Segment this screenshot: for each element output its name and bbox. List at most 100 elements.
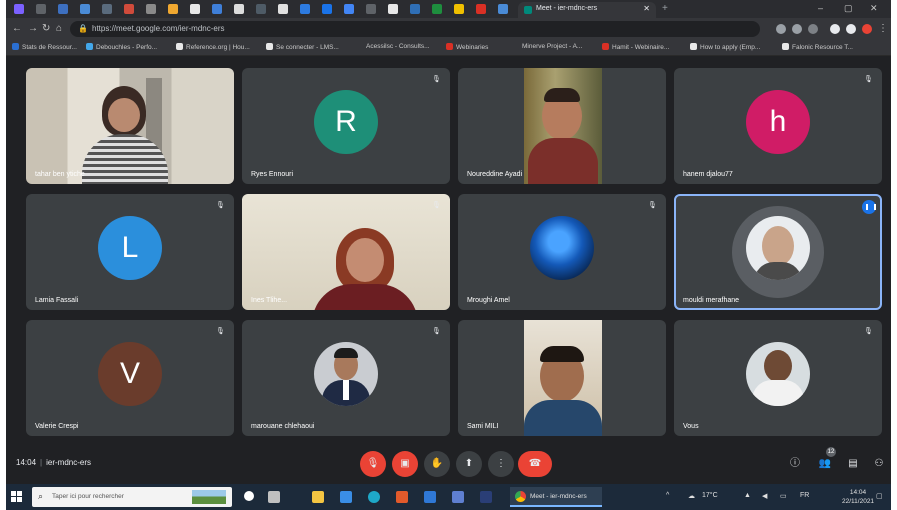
tab-icon[interactable] — [212, 4, 222, 14]
tab-icon[interactable] — [58, 4, 68, 14]
avatar — [746, 216, 810, 280]
bookmark-item[interactable]: Falonic Resource T... — [782, 43, 853, 51]
bookmark-label: Falonic Resource T... — [792, 44, 853, 51]
notification-icon[interactable]: ▢ — [876, 492, 883, 500]
participant-tile[interactable]: mouldi merafhane — [674, 194, 882, 310]
bookmark-item[interactable]: Webinaries — [446, 43, 488, 51]
tab-icon[interactable] — [344, 4, 354, 14]
profile-avatar[interactable] — [862, 24, 872, 34]
tab-icon[interactable] — [300, 4, 310, 14]
url-input[interactable]: 🔒 https://meet.google.com/ier-mdnc-ers — [70, 21, 760, 37]
tab-icon[interactable] — [234, 4, 244, 14]
maximize-window-button[interactable]: ▢ — [844, 3, 853, 14]
bookmark-item[interactable]: Se connecter - LMS... — [266, 43, 339, 51]
participant-name: mouldi merafhane — [683, 297, 740, 304]
home-icon[interactable]: ⌂ — [56, 23, 62, 34]
tab-icon[interactable] — [256, 4, 266, 14]
tab-icon[interactable] — [410, 4, 420, 14]
chrome-menu-icon[interactable]: ⋮ — [878, 23, 888, 34]
taskbar-clock[interactable]: 14:04 22/11/2021 — [842, 488, 874, 506]
tab-icon[interactable] — [366, 4, 376, 14]
forward-icon[interactable]: → — [28, 23, 38, 34]
people-icon[interactable]: 👥 — [818, 457, 832, 471]
taskbar-search-input[interactable]: ⌕ Taper ici pour rechercher — [32, 487, 232, 507]
reload-icon[interactable]: ↻ — [42, 23, 50, 34]
tab-icon[interactable] — [124, 4, 134, 14]
office-icon[interactable] — [396, 491, 408, 503]
bookmark-item[interactable]: Stats de Ressour... — [12, 43, 77, 51]
tab-icon[interactable] — [498, 4, 508, 14]
minimize-window-button[interactable]: – — [818, 3, 823, 13]
active-tab[interactable]: Meet - ier-mdnc-ers ✕ — [518, 2, 656, 18]
back-icon[interactable]: ← — [12, 23, 22, 34]
bookmark-item[interactable]: Debouchles - Perfo... — [86, 43, 157, 51]
app-icon[interactable] — [452, 491, 464, 503]
present-screen-button[interactable]: ⬆ — [456, 451, 482, 477]
tab-icon[interactable] — [14, 4, 24, 14]
tab-icon[interactable] — [322, 4, 332, 14]
new-tab-button[interactable]: + — [662, 3, 668, 14]
extension-icon[interactable] — [776, 24, 786, 34]
network-icon[interactable]: ▲ — [744, 492, 751, 499]
extension-icon[interactable] — [830, 24, 840, 34]
mic-toggle-button[interactable]: 🎙 — [360, 451, 386, 477]
star-icon[interactable] — [808, 24, 818, 34]
participant-tile[interactable]: Noureddine Ayadi — [458, 68, 666, 184]
bookmark-item[interactable]: Minerve Project - A... — [522, 43, 582, 50]
participant-name: Noureddine Ayadi — [467, 171, 523, 178]
raise-hand-button[interactable]: ✋ — [424, 451, 450, 477]
tab-icon[interactable] — [432, 4, 442, 14]
chat-icon[interactable]: ▤ — [846, 457, 860, 471]
tab-icon[interactable] — [278, 4, 288, 14]
bookmark-label: Webinaries — [456, 44, 489, 51]
bookmark-item[interactable]: How to apply (Emp... — [690, 43, 760, 51]
tab-icon[interactable] — [454, 4, 464, 14]
camera-toggle-button[interactable]: ▣ — [392, 451, 418, 477]
store-icon[interactable] — [340, 491, 352, 503]
taskbar-chrome-window[interactable]: Meet - ier-mdnc-ers — [510, 487, 602, 507]
more-options-button[interactable]: ⋮ — [488, 451, 514, 477]
activities-icon[interactable]: ⚇ — [872, 457, 886, 471]
windows-start-icon[interactable] — [11, 491, 23, 503]
tab-icon[interactable] — [476, 4, 486, 14]
participant-tile[interactable]: 🎙 Ines Tlihe... — [242, 194, 450, 310]
volume-icon[interactable]: ◀ — [762, 492, 767, 500]
task-view-icon[interactable] — [244, 491, 254, 501]
bookmarks-bar: Stats de Ressour... Debouchles - Perfo..… — [6, 40, 891, 56]
meeting-details-icon[interactable]: ⓘ — [788, 457, 802, 471]
edge-icon[interactable] — [368, 491, 380, 503]
battery-icon[interactable]: ▭ — [780, 492, 787, 500]
tab-icon[interactable] — [102, 4, 112, 14]
participant-tile[interactable]: 🎙 Vous — [674, 320, 882, 436]
participant-tile[interactable]: 🎙 marouane chlehaoui — [242, 320, 450, 436]
widgets-icon[interactable] — [268, 491, 280, 503]
tab-icon[interactable] — [190, 4, 200, 14]
tab-icon[interactable] — [388, 4, 398, 14]
participant-tile[interactable]: 🎙 Mroughi Amel — [458, 194, 666, 310]
participant-tile[interactable]: tahar ben ytiche — [26, 68, 234, 184]
extension-icon[interactable] — [792, 24, 802, 34]
close-tab-icon[interactable]: ✕ — [643, 4, 650, 13]
bookmark-item[interactable]: Acessilsc - Consults... — [366, 43, 430, 50]
bookmark-item[interactable]: Reference.org | Hou... — [176, 43, 250, 51]
tab-icon[interactable] — [80, 4, 90, 14]
tab-icon[interactable] — [36, 4, 46, 14]
participant-tile[interactable]: 🎙 V Valerie Crespi — [26, 320, 234, 436]
bookmark-item[interactable]: Hamit - Webinaire... — [602, 43, 669, 51]
participant-tile[interactable]: 🎙 h hanem djalou77 — [674, 68, 882, 184]
participant-tile[interactable]: Sami MILI — [458, 320, 666, 436]
weather-icon[interactable]: ☁ — [688, 492, 695, 500]
participant-tile[interactable]: 🎙 L Lamia Fassali — [26, 194, 234, 310]
language-icon[interactable]: FR — [800, 492, 809, 499]
mail-icon[interactable] — [424, 491, 436, 503]
bookmark-label: How to apply (Emp... — [700, 44, 761, 51]
close-window-button[interactable]: ✕ — [870, 3, 878, 14]
file-explorer-icon[interactable] — [312, 491, 324, 503]
tray-expand-icon[interactable]: ^ — [666, 492, 669, 499]
tab-icon[interactable] — [168, 4, 178, 14]
extension-icon[interactable] — [846, 24, 856, 34]
app-icon[interactable] — [480, 491, 492, 503]
tab-icon[interactable] — [146, 4, 156, 14]
participant-tile[interactable]: 🎙 R Ryes Ennouri — [242, 68, 450, 184]
leave-call-button[interactable]: ☎ — [518, 451, 552, 477]
